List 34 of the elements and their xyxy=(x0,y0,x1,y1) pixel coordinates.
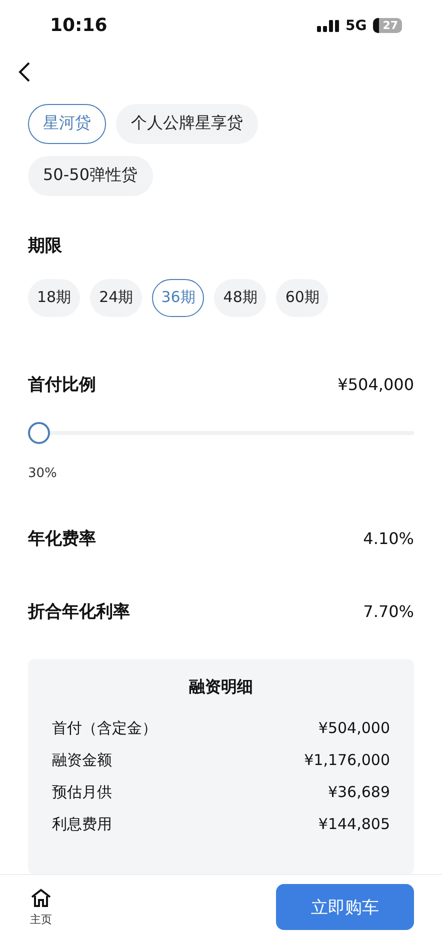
rate-label: 年化费率 xyxy=(28,528,96,550)
detail-label: 利息费用 xyxy=(52,814,112,834)
loan-type-chip[interactable]: 星河贷 xyxy=(28,104,106,144)
card-title: 融资明细 xyxy=(188,676,254,698)
signal-icon xyxy=(317,20,340,32)
down-payment-percent: 30% xyxy=(28,466,58,481)
term-option[interactable]: 36期 xyxy=(152,278,204,317)
detail-label: 首付（含定金） xyxy=(52,718,157,738)
term-option[interactable]: 60期 xyxy=(276,278,328,317)
detail-value: ¥144,805 xyxy=(318,814,390,834)
rate-value: 7.70% xyxy=(363,602,414,621)
term-option[interactable]: 24期 xyxy=(90,278,142,317)
slider-thumb[interactable] xyxy=(28,422,50,444)
down-payment-amount: ¥504,000 xyxy=(338,374,414,394)
detail-value: ¥36,689 xyxy=(328,782,390,802)
network-label: 5G xyxy=(345,18,367,34)
detail-label: 融资金额 xyxy=(52,750,112,770)
loan-type-chip[interactable]: 个人公牌星享贷 xyxy=(116,104,258,144)
rate-value: 4.10% xyxy=(363,528,414,548)
battery-indicator: 27 xyxy=(372,18,402,34)
term-option[interactable]: 48期 xyxy=(214,278,266,317)
rate-label: 折合年化利率 xyxy=(28,600,130,623)
home-icon xyxy=(30,888,52,908)
term-option[interactable]: 18期 xyxy=(28,278,80,317)
status-time: 10:16 xyxy=(50,15,108,36)
loan-type-chip[interactable]: 50-50弹性贷 xyxy=(28,156,152,196)
detail-value: ¥1,176,000 xyxy=(304,750,390,770)
detail-value: ¥504,000 xyxy=(318,718,390,738)
buy-now-button[interactable]: 立即购车 xyxy=(276,884,414,930)
slider[interactable] xyxy=(28,422,414,444)
home-tab[interactable]: 主页 xyxy=(30,888,52,927)
section-title: 首付比例 xyxy=(28,374,96,396)
detail-label: 预估月供 xyxy=(52,782,112,802)
section-title: 期限 xyxy=(28,234,62,257)
